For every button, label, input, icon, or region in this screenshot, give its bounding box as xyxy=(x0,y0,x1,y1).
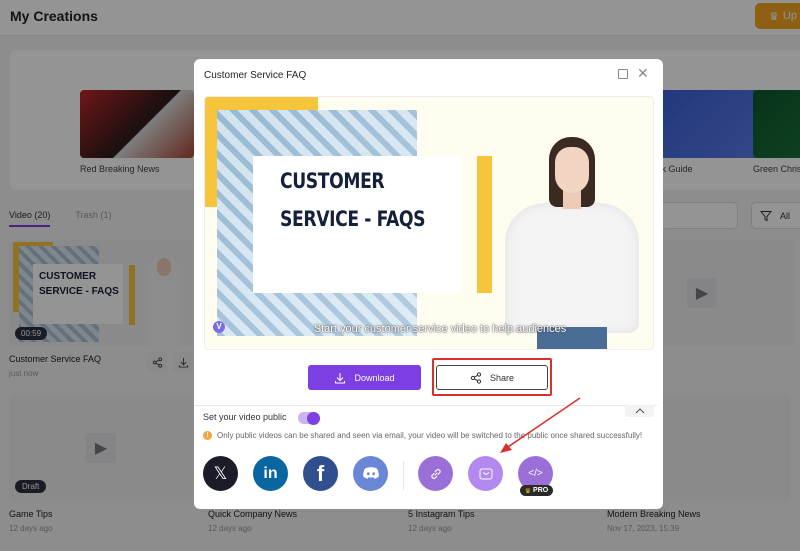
decor-bar xyxy=(477,156,492,293)
video-title-line-1: CUSTOMER xyxy=(280,169,385,193)
video-subtitle: Start your customer service video to hel… xyxy=(313,323,567,335)
copy-link-button[interactable] xyxy=(418,456,453,491)
share-discord-button[interactable] xyxy=(353,456,388,491)
avatar-presenter xyxy=(497,137,647,349)
public-notice: ! Only public videos can be shared and s… xyxy=(203,431,642,440)
notice-text: Only public videos can be shared and see… xyxy=(217,431,643,440)
share-email-button[interactable] xyxy=(468,456,503,491)
maximize-icon[interactable] xyxy=(618,69,628,79)
chevron-up-icon xyxy=(635,408,644,414)
pro-badge: ♛ PRO xyxy=(520,485,553,496)
info-icon: ! xyxy=(203,431,212,440)
share-button[interactable]: Share xyxy=(436,365,548,390)
toggle-knob xyxy=(307,411,320,425)
share-divider xyxy=(403,461,404,490)
video-share-modal: Customer Service FAQ ✕ CUSTOMER SERVICE … xyxy=(194,59,663,509)
facebook-icon: f xyxy=(316,460,325,486)
share-linkedin-button[interactable]: in xyxy=(253,456,288,491)
pro-label: PRO xyxy=(533,487,549,494)
linkedin-icon: in xyxy=(263,464,278,482)
public-toggle[interactable] xyxy=(298,411,320,425)
modal-title: Customer Service FAQ xyxy=(204,70,307,81)
share-facebook-button[interactable]: f xyxy=(303,456,338,491)
link-icon xyxy=(430,468,441,479)
download-button[interactable]: Download xyxy=(308,365,421,390)
download-label: Download xyxy=(354,372,395,383)
collapse-button[interactable] xyxy=(625,405,654,417)
code-icon: </> xyxy=(528,468,543,479)
video-title-line-2: SERVICE - FAQS xyxy=(280,207,426,231)
share-x-button[interactable]: 𝕏 xyxy=(203,456,238,491)
share-label: Share xyxy=(489,372,515,383)
public-toggle-label: Set your video public xyxy=(203,412,287,422)
video-preview[interactable]: CUSTOMER SERVICE - FAQS V Start your cus… xyxy=(204,96,654,350)
discord-icon xyxy=(362,467,379,479)
share-icon xyxy=(470,371,482,384)
download-icon xyxy=(335,372,346,384)
email-icon xyxy=(479,468,492,479)
close-icon[interactable]: ✕ xyxy=(637,66,649,80)
x-logo-icon: 𝕏 xyxy=(213,463,228,483)
crown-icon: ♛ xyxy=(524,487,532,495)
divider xyxy=(194,405,657,406)
